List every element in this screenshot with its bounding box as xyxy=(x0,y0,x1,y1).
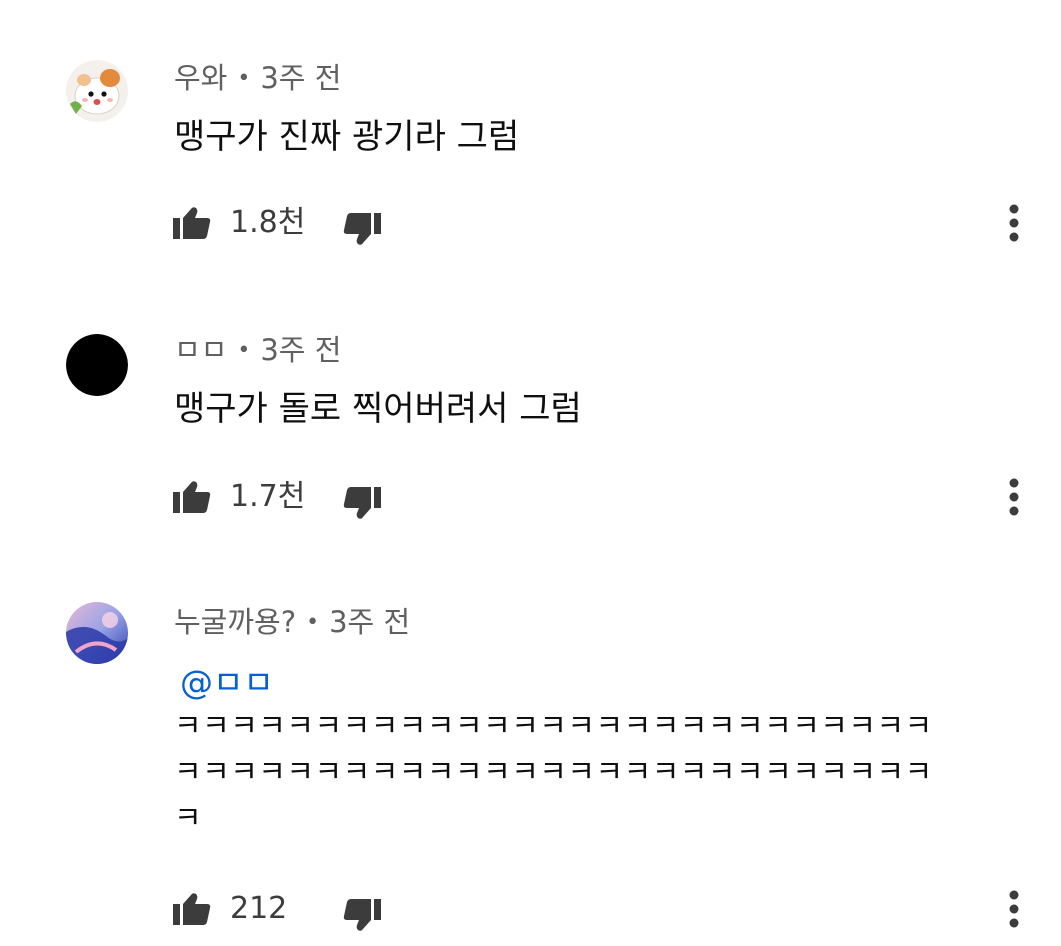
like-button[interactable] xyxy=(172,198,212,248)
meta-separator: • xyxy=(306,610,320,635)
vertical-dots-icon xyxy=(1009,204,1019,242)
comment-meta: 누굴까용? • 3주 전 xyxy=(174,602,410,643)
thumbs-up-icon xyxy=(173,481,211,513)
abstract-gradient-avatar-icon xyxy=(66,602,128,664)
vertical-dots-icon xyxy=(1009,478,1019,516)
like-count: 1.7천 xyxy=(230,479,306,514)
like-count: 1.8천 xyxy=(230,205,306,240)
commenter-avatar[interactable] xyxy=(66,60,128,122)
more-options-button[interactable] xyxy=(1000,884,1028,934)
comment-text: 맹구가 진짜 광기라 그럼 xyxy=(174,117,520,157)
vertical-dots-icon xyxy=(1009,890,1019,928)
more-options-button[interactable] xyxy=(1000,198,1028,248)
comment-time[interactable]: 3주 전 xyxy=(329,605,410,639)
more-options-button[interactable] xyxy=(1000,472,1028,522)
comment-meta: 우와 • 3주 전 xyxy=(174,58,341,99)
dislike-button[interactable] xyxy=(342,472,382,522)
like-button[interactable] xyxy=(172,472,212,522)
hamster-avatar-icon xyxy=(66,60,128,122)
author-name[interactable]: 누굴까용? xyxy=(174,605,296,639)
dislike-button[interactable] xyxy=(342,198,382,248)
author-name[interactable]: 우와 xyxy=(174,61,227,95)
thumbs-down-icon xyxy=(343,899,381,931)
black-circle-avatar-icon xyxy=(66,334,128,396)
commenter-avatar[interactable] xyxy=(66,602,128,664)
comment-text-line: ㅋㅋㅋㅋㅋㅋㅋㅋㅋㅋㅋㅋㅋㅋㅋㅋㅋㅋㅋㅋㅋㅋㅋㅋㅋㅋㅋ xyxy=(174,755,933,790)
meta-separator: • xyxy=(237,66,251,91)
thumbs-down-icon xyxy=(343,487,381,519)
comment-text-line: ㅋㅋㅋㅋㅋㅋㅋㅋㅋㅋㅋㅋㅋㅋㅋㅋㅋㅋㅋㅋㅋㅋㅋㅋㅋㅋㅋ xyxy=(174,709,933,744)
dislike-button[interactable] xyxy=(342,884,382,934)
like-count: 212 xyxy=(230,891,288,926)
thumbs-up-icon xyxy=(173,207,211,239)
comment-text: 맹구가 돌로 찍어버려서 그럼 xyxy=(174,389,582,429)
author-name[interactable]: ㅁㅁ xyxy=(174,333,227,367)
comment-time[interactable]: 3주 전 xyxy=(260,333,341,367)
comment-time[interactable]: 3주 전 xyxy=(260,61,341,95)
comment-meta: ㅁㅁ • 3주 전 xyxy=(174,330,341,371)
comment-actions: 1.8천 xyxy=(172,198,1032,248)
comment-actions: 1.7천 xyxy=(172,472,1032,522)
commenter-avatar[interactable] xyxy=(66,334,128,396)
comment-actions: 212 xyxy=(172,884,1032,934)
meta-separator: • xyxy=(237,338,251,363)
reply-mention-link[interactable]: @ㅁㅁ xyxy=(180,660,274,706)
comment-text-line: ㅋ xyxy=(174,801,203,836)
like-button[interactable] xyxy=(172,884,212,934)
thumbs-down-icon xyxy=(343,213,381,245)
thumbs-up-icon xyxy=(173,893,211,925)
